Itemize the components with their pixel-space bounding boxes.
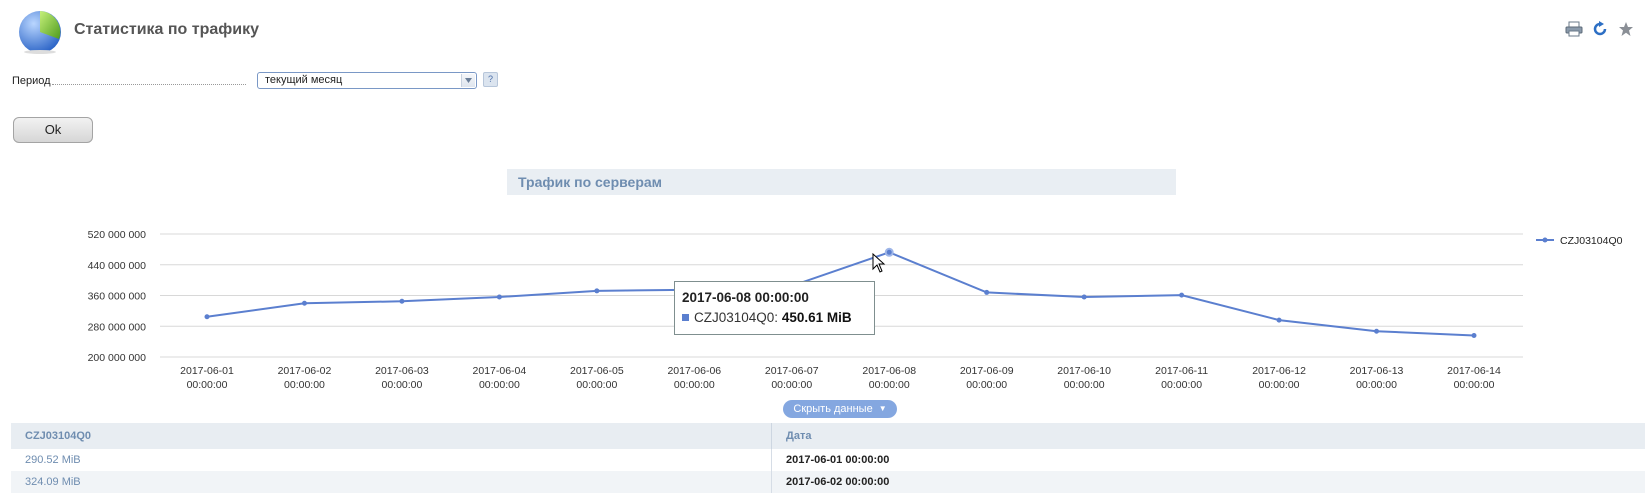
x-tick-label: 2017-06-11 bbox=[1155, 365, 1208, 377]
x-tick-label: 00:00:00 bbox=[1259, 379, 1300, 391]
data-point bbox=[301, 300, 307, 306]
x-tick-label: 2017-06-02 bbox=[278, 365, 332, 377]
data-point bbox=[496, 294, 502, 300]
x-tick-label: 2017-06-13 bbox=[1350, 365, 1404, 377]
hide-data-label: Скрыть данные bbox=[793, 403, 873, 415]
data-point bbox=[884, 247, 894, 257]
tooltip-value: 450.61 MiB bbox=[781, 310, 852, 325]
chevron-down-icon[interactable] bbox=[461, 74, 475, 87]
caret-down-icon: ▼ bbox=[878, 404, 887, 413]
data-point bbox=[1081, 294, 1087, 300]
y-tick-label: 200 000 000 bbox=[88, 352, 147, 364]
data-point bbox=[1179, 292, 1185, 298]
x-tick-label: 00:00:00 bbox=[576, 379, 617, 391]
x-tick-label: 00:00:00 bbox=[1356, 379, 1397, 391]
x-tick-label: 00:00:00 bbox=[674, 379, 715, 391]
star-icon[interactable] bbox=[1617, 20, 1635, 38]
x-tick-label: 00:00:00 bbox=[479, 379, 520, 391]
data-point bbox=[204, 314, 210, 320]
x-tick-label: 2017-06-01 bbox=[180, 365, 234, 377]
data-point bbox=[984, 289, 990, 295]
legend-marker bbox=[1542, 237, 1548, 243]
y-tick-label: 440 000 000 bbox=[88, 260, 147, 272]
legend-label: CZJ03104Q0 bbox=[1560, 235, 1623, 247]
x-tick-label: 2017-06-04 bbox=[473, 365, 527, 377]
x-tick-label: 00:00:00 bbox=[869, 379, 910, 391]
y-tick-label: 520 000 000 bbox=[88, 229, 147, 241]
tooltip-series-name: CZJ03104Q0: bbox=[694, 310, 779, 325]
x-tick-label: 00:00:00 bbox=[771, 379, 812, 391]
x-tick-label: 00:00:00 bbox=[381, 379, 422, 391]
x-tick-label: 00:00:00 bbox=[187, 379, 228, 391]
data-point bbox=[1471, 332, 1477, 338]
x-tick-label: 00:00:00 bbox=[1161, 379, 1202, 391]
x-tick-label: 2017-06-05 bbox=[570, 365, 624, 377]
data-point bbox=[1276, 317, 1282, 323]
chart-title: Трафик по серверам bbox=[507, 169, 1176, 195]
data-point bbox=[399, 298, 405, 304]
period-leader-dots bbox=[52, 84, 246, 85]
tooltip-value-line: CZJ03104Q0: 450.61 MiB bbox=[682, 310, 874, 325]
column-header-date[interactable]: Дата bbox=[771, 423, 1645, 449]
x-tick-label: 2017-06-07 bbox=[765, 365, 819, 377]
table-cell-date: 2017-06-01 00:00:00 bbox=[786, 454, 890, 466]
ok-button[interactable]: Ok bbox=[13, 117, 93, 143]
x-tick-label: 2017-06-03 bbox=[375, 365, 429, 377]
period-select-value: текущий месяц bbox=[265, 74, 343, 86]
page-title: Статистика по трафику bbox=[74, 21, 260, 38]
x-tick-label: 2017-06-09 bbox=[960, 365, 1014, 377]
hide-data-button[interactable]: Скрыть данные ▼ bbox=[783, 400, 897, 418]
column-header-series[interactable]: CZJ03104Q0 bbox=[11, 423, 772, 449]
x-tick-label: 2017-06-10 bbox=[1057, 365, 1111, 377]
table-row: 290.52 MiB 2017-06-01 00:00:00 bbox=[11, 449, 1645, 471]
x-tick-label: 2017-06-08 bbox=[862, 365, 916, 377]
printer-icon[interactable] bbox=[1565, 20, 1583, 38]
x-tick-label: 00:00:00 bbox=[966, 379, 1007, 391]
series-color-swatch bbox=[682, 314, 689, 321]
x-tick-label: 2017-06-06 bbox=[667, 365, 721, 377]
data-point bbox=[594, 288, 600, 294]
x-tick-label: 2017-06-14 bbox=[1447, 365, 1501, 377]
x-tick-label: 00:00:00 bbox=[1064, 379, 1105, 391]
x-tick-label: 00:00:00 bbox=[1454, 379, 1495, 391]
y-tick-label: 360 000 000 bbox=[88, 291, 147, 303]
statistics-logo-icon bbox=[17, 8, 63, 54]
data-table: CZJ03104Q0 Дата 290.52 MiB 2017-06-01 00… bbox=[11, 423, 1645, 493]
y-tick-label: 280 000 000 bbox=[88, 321, 147, 333]
tooltip-date: 2017-06-08 00:00:00 bbox=[682, 290, 809, 305]
period-label: Период bbox=[12, 75, 51, 87]
refresh-icon[interactable] bbox=[1591, 20, 1609, 38]
table-cell-value: 324.09 MiB bbox=[11, 471, 772, 493]
x-tick-label: 2017-06-12 bbox=[1252, 365, 1306, 377]
x-tick-label: 00:00:00 bbox=[284, 379, 325, 391]
table-cell-date: 2017-06-02 00:00:00 bbox=[771, 471, 1645, 493]
help-button[interactable]: ? bbox=[483, 72, 498, 87]
table-header-row: CZJ03104Q0 Дата bbox=[11, 423, 1645, 449]
chart-tooltip: 2017-06-08 00:00:00 CZJ03104Q0: 450.61 M… bbox=[674, 281, 875, 335]
table-row: 324.09 MiB 2017-06-02 00:00:00 bbox=[11, 471, 1645, 493]
table-cell-value: 290.52 MiB bbox=[11, 449, 772, 471]
data-point bbox=[1374, 328, 1380, 334]
period-select[interactable]: текущий месяц bbox=[257, 72, 477, 89]
toolbar bbox=[1565, 20, 1635, 38]
